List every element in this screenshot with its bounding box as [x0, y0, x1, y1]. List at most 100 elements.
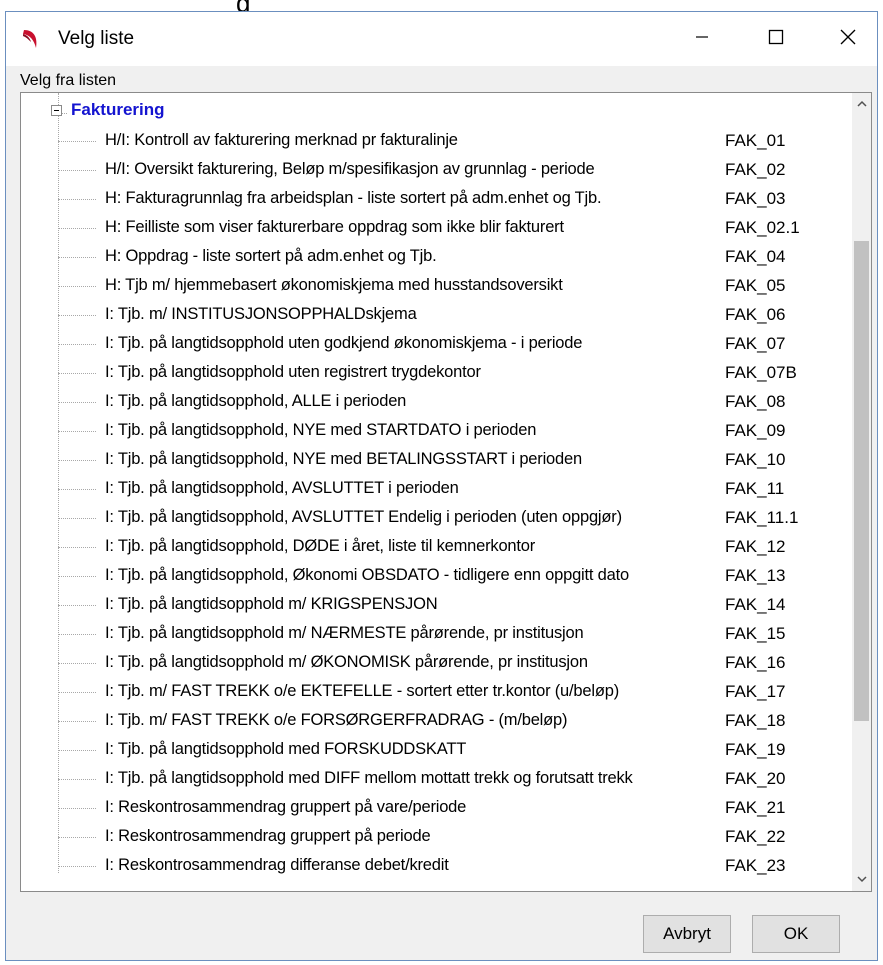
list-item[interactable]: I: Tjb. på langtidsopphold, NYE med STAR… [21, 417, 851, 446]
tree-connector [58, 634, 96, 635]
list-item[interactable]: H/I: Kontroll av fakturering merknad pr … [21, 127, 851, 156]
list-item-label: I: Tjb. på langtidsopphold med DIFF mell… [105, 769, 633, 787]
tree-connector [58, 257, 96, 258]
list-item[interactable]: H: Fakturagrunnlag fra arbeidsplan - lis… [21, 185, 851, 214]
close-button[interactable] [816, 12, 880, 66]
list-item[interactable]: I: Tjb. på langtidsopphold, DØDE i året,… [21, 533, 851, 562]
list-item-code: FAK_19 [725, 740, 786, 759]
list-item[interactable]: I: Reskontrosammendrag differanse debet/… [21, 852, 851, 881]
tree-connector [58, 721, 96, 722]
list-item[interactable]: I: Reskontrosammendrag gruppert på perio… [21, 823, 851, 852]
list-item[interactable]: I: Tjb. m/ INSTITUSJONSOPPHALDskjema FAK_… [21, 301, 851, 330]
list-item[interactable]: H: Feilliste som viser fakturerbare oppd… [21, 214, 851, 243]
list-item-code: FAK_22 [725, 827, 786, 846]
tree-connector [58, 315, 96, 316]
list-item-code: FAK_14 [725, 595, 786, 614]
list-item-code: FAK_13 [725, 566, 786, 585]
title-bar: Velg liste [6, 12, 877, 66]
list-item[interactable]: I: Tjb. på langtidsopphold, NYE med BETA… [21, 446, 851, 475]
list-item[interactable]: H: Oppdrag - liste sortert på adm.enhet … [21, 243, 851, 272]
list-item-code: FAK_06 [725, 305, 786, 324]
tree-connector [58, 286, 96, 287]
list-item[interactable]: I: Tjb. på langtidsopphold, AVSLUTTET En… [21, 504, 851, 533]
tree-connector [58, 402, 96, 403]
list-item[interactable]: I: Reskontrosammendrag gruppert på vare/… [21, 794, 851, 823]
report-tree-list[interactable]: Fakturering H/I: Kontroll av fakturering… [20, 92, 872, 892]
tree-connector [58, 518, 96, 519]
list-item[interactable]: I: Tjb. på langtidsopphold m/ KRIGSPENSJ… [21, 591, 851, 620]
tree-connector [58, 750, 96, 751]
list-item-label: H: Oppdrag - liste sortert på adm.enhet … [105, 247, 437, 265]
list-item-code: FAK_15 [725, 624, 786, 643]
vertical-scrollbar[interactable] [852, 93, 871, 891]
list-item-label: H/I: Kontroll av fakturering merknad pr … [105, 131, 458, 149]
list-item[interactable]: I: Tjb. på langtidsopphold med DIFF mell… [21, 765, 851, 794]
list-item-code: FAK_08 [725, 392, 786, 411]
list-item-code: FAK_02 [725, 160, 786, 179]
tree-connector [58, 373, 96, 374]
list-item-code: FAK_04 [725, 247, 786, 266]
list-item-label: I: Tjb. på langtidsopphold uten registre… [105, 363, 481, 381]
collapse-minus-icon[interactable] [51, 105, 62, 116]
list-item-label: I: Tjb. på langtidsopphold, NYE med STAR… [105, 421, 537, 439]
tree-connector [58, 141, 96, 142]
list-item-label: I: Tjb. på langtidsopphold, AVSLUTTET i … [105, 479, 459, 497]
list-item[interactable]: I: Tjb. på langtidsopphold uten godkjend… [21, 330, 851, 359]
list-item-label: I: Reskontrosammendrag gruppert på perio… [105, 827, 431, 845]
list-item-code: FAK_21 [725, 798, 786, 817]
list-item[interactable]: I: Tjb. på langtidsopphold, ALLE i perio… [21, 388, 851, 417]
ok-button[interactable]: OK [752, 915, 840, 953]
list-item-label: I: Tjb. på langtidsopphold, NYE med BETA… [105, 450, 582, 468]
list-item[interactable]: I: Tjb. på langtidsopphold, Økonomi OBSD… [21, 562, 851, 591]
list-item[interactable]: I: Tjb. på langtidsopphold m/ NÆRMESTE p… [21, 620, 851, 649]
tree-connector [58, 605, 96, 606]
tree-connector [58, 489, 96, 490]
dialog-window: Velg liste Velg fra listen Fakturering H… [5, 11, 878, 961]
minimize-button[interactable] [670, 12, 734, 66]
list-item-code: FAK_20 [725, 769, 786, 788]
list-item-label: I: Tjb. på langtidsopphold m/ NÆRMESTE p… [105, 624, 584, 642]
tree-connector [58, 692, 96, 693]
list-item-code: FAK_23 [725, 856, 786, 875]
list-item[interactable]: I: Tjb. m/ FAST TREKK o/e FORSØRGERFRADR… [21, 707, 851, 736]
minimize-icon [695, 30, 709, 49]
tree-connector [58, 779, 96, 780]
list-item[interactable]: I: Tjb. på langtidsopphold med FORSKUDDS… [21, 736, 851, 765]
tree-group-fakturering[interactable]: Fakturering [71, 100, 165, 120]
list-item[interactable]: I: Tjb. på langtidsopphold, AVSLUTTET i … [21, 475, 851, 504]
maximize-button[interactable] [744, 12, 808, 66]
list-section-label: Velg fra listen [20, 72, 117, 89]
list-item-label: I: Tjb. m/ INSTITUSJONSOPPHALDskjema [105, 305, 417, 323]
scroll-up-button[interactable] [852, 93, 871, 115]
list-item-code: FAK_07B [725, 363, 797, 382]
list-item-label: I: Reskontrosammendrag gruppert på vare/… [105, 798, 467, 816]
list-item[interactable]: I: Tjb. m/ FAST TREKK o/e EKTEFELLE - so… [21, 678, 851, 707]
scroll-thumb[interactable] [854, 241, 869, 721]
list-item-label: I: Tjb. på langtidsopphold, AVSLUTTET En… [105, 508, 622, 526]
scroll-down-button[interactable] [852, 869, 871, 891]
list-item[interactable]: H/I: Oversikt fakturering, Beløp m/spesi… [21, 156, 851, 185]
list-item-label: H/I: Oversikt fakturering, Beløp m/spesi… [105, 160, 595, 178]
list-item-label: I: Tjb. på langtidsopphold, Økonomi OBSD… [105, 566, 629, 584]
list-item-label: I: Tjb. på langtidsopphold m/ ØKONOMISK … [105, 653, 588, 671]
close-icon [840, 29, 856, 50]
tree-connector [58, 663, 96, 664]
maximize-icon [768, 29, 784, 50]
app-logo-icon [20, 28, 40, 50]
list-item-label: I: Tjb. på langtidsopphold, DØDE i året,… [105, 537, 536, 555]
list-item[interactable]: I: Tjb. på langtidsopphold m/ ØKONOMISK … [21, 649, 851, 678]
list-item-code: FAK_18 [725, 711, 786, 730]
list-item-code: FAK_07 [725, 334, 786, 353]
tree-connector [58, 344, 96, 345]
cancel-button[interactable]: Avbryt [643, 915, 731, 953]
list-item-code: FAK_09 [725, 421, 786, 440]
list-item-label: I: Tjb. på langtidsopphold m/ KRIGSPENSJ… [105, 595, 438, 613]
tree-connector [58, 460, 96, 461]
window-title: Velg liste [58, 28, 135, 49]
list-item[interactable]: I: Tjb. på langtidsopphold uten registre… [21, 359, 851, 388]
list-item[interactable]: H: Tjb m/ hjemmebasert økonomiskjema med… [21, 272, 851, 301]
list-item-label: H: Tjb m/ hjemmebasert økonomiskjema med… [105, 276, 563, 294]
tree-connector [58, 866, 96, 867]
chevron-down-icon [856, 874, 867, 886]
list-item-code: FAK_12 [725, 537, 786, 556]
